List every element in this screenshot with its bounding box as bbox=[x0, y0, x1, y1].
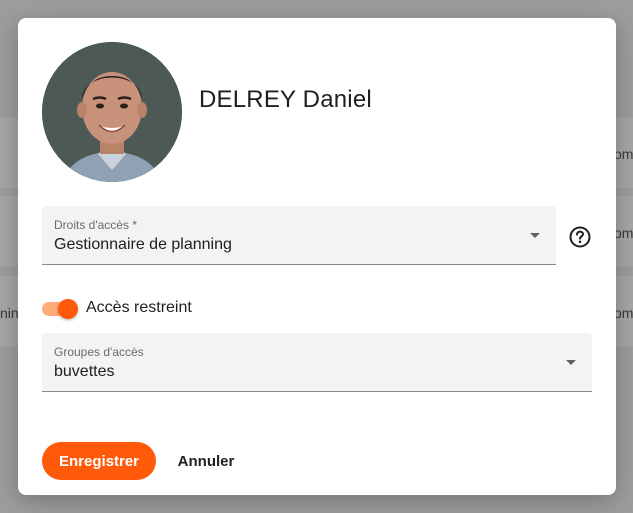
chevron-down-icon bbox=[530, 233, 540, 238]
restricted-access-label: Accès restreint bbox=[86, 299, 192, 316]
access-rights-value: Gestionnaire de planning bbox=[54, 236, 232, 253]
cancel-button[interactable]: Annuler bbox=[166, 442, 246, 480]
avatar bbox=[42, 42, 182, 182]
restricted-access-toggle[interactable] bbox=[42, 299, 78, 319]
background-text: om bbox=[614, 225, 633, 241]
background-text: nin bbox=[0, 305, 19, 321]
access-groups-label: Groupes d'accès bbox=[54, 345, 144, 359]
avatar-photo bbox=[42, 42, 182, 182]
background-text: om bbox=[614, 305, 633, 321]
access-groups-value: buvettes bbox=[54, 363, 115, 380]
access-rights-select[interactable]: Droits d'accès * Gestionnaire de plannin… bbox=[42, 206, 556, 265]
save-button[interactable]: Enregistrer bbox=[42, 442, 156, 480]
chevron-down-icon bbox=[566, 360, 576, 365]
help-circle-icon[interactable] bbox=[569, 226, 591, 248]
access-groups-select[interactable]: Groupes d'accès buvettes bbox=[42, 333, 592, 392]
edit-user-dialog: DELREY Daniel Droits d'accès * Gestionna… bbox=[18, 18, 616, 495]
user-name: DELREY Daniel bbox=[199, 86, 372, 113]
access-rights-label: Droits d'accès * bbox=[54, 218, 137, 232]
toggle-knob bbox=[58, 299, 78, 319]
background-text: om bbox=[614, 146, 633, 162]
